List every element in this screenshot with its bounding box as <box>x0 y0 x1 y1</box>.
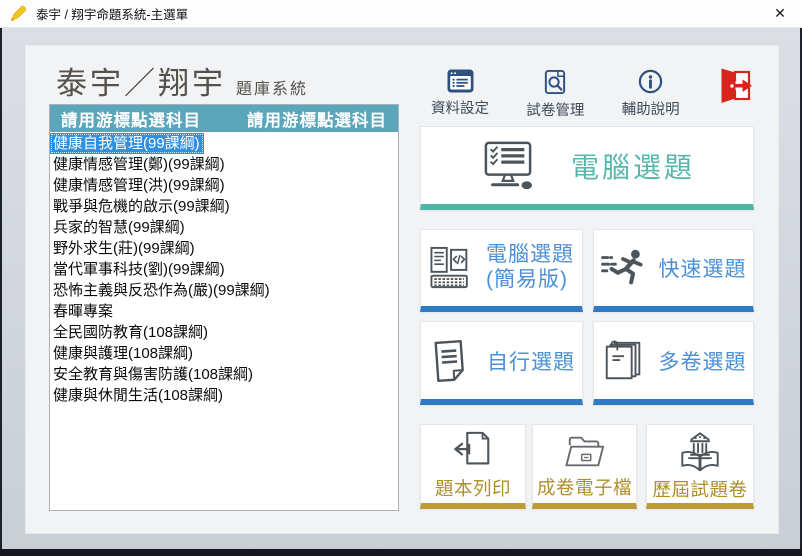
window-frame-left <box>0 28 2 556</box>
brand-subtitle: 題庫系統 <box>236 75 308 99</box>
runner-icon <box>601 248 647 288</box>
list-item[interactable]: 健康自我管理(99課綱) <box>50 133 204 154</box>
card-computer-select-simple[interactable]: 電腦選題(簡易版) <box>420 229 583 312</box>
header-label-right: 請用游標點選科目 <box>247 107 387 131</box>
list-item[interactable]: 健康情感管理(鄭)(99課綱) <box>50 154 229 175</box>
menu-cards: 電腦選題 電腦選題(簡易版) <box>420 126 754 554</box>
list-item[interactable]: 健康與護理(108課綱) <box>50 343 197 364</box>
list-item[interactable]: 戰爭與危機的啟示(99課綱) <box>50 196 234 217</box>
titlebar: 泰宇 / 翔宇命題系統-主選單 ✕ <box>0 0 802 28</box>
bank-book-icon <box>677 429 723 473</box>
list-item[interactable]: 兵家的智慧(99課綱) <box>50 217 189 238</box>
toolbar-item-data-settings[interactable]: 資料設定 <box>431 69 489 118</box>
card-exam-file[interactable]: 成卷電子檔 <box>532 424 637 509</box>
card-label: 電腦選題 <box>571 146 695 186</box>
card-label: 多卷選題 <box>659 346 747 376</box>
subject-list-items: 健康自我管理(99課綱) 健康情感管理(鄭)(99課綱) 健康情感管理(洪)(9… <box>50 132 398 510</box>
exam-management-icon <box>543 69 567 95</box>
list-item[interactable]: 恐怖主義與反恐作為(嚴)(99課綱) <box>50 280 274 301</box>
card-quick-select[interactable]: 快速選題 <box>593 229 754 312</box>
card-label: 自行選題 <box>487 346 575 376</box>
page-export-icon <box>450 430 496 472</box>
computer-monitor-icon <box>479 141 537 191</box>
open-folder-icon <box>561 431 609 471</box>
card-label: 電腦選題(簡易版) <box>486 243 574 293</box>
exit-door-icon <box>717 67 754 105</box>
list-item[interactable]: 春暉專案 <box>50 301 117 322</box>
help-info-icon <box>638 69 663 94</box>
card-self-select[interactable]: 自行選題 <box>420 321 583 405</box>
card-label: 歷屆試題卷 <box>652 476 747 502</box>
list-item[interactable]: 健康情感管理(洪)(99課綱) <box>50 175 229 196</box>
toolbar-item-help[interactable]: 輔助說明 <box>622 69 680 119</box>
card-label: 快速選題 <box>659 253 747 283</box>
card-label: 成卷電子檔 <box>537 474 632 500</box>
main-panel: 泰宇／翔宇 題庫系統 資料設定 <box>25 45 779 534</box>
card-past-exams[interactable]: 歷屆試題卷 <box>646 424 754 509</box>
list-item[interactable]: 野外求生(莊)(99課綱) <box>50 238 199 259</box>
list-item[interactable]: 全民國防教育(108課綱) <box>50 322 212 343</box>
toolbar: 資料設定 試卷管理 輔助說明 <box>431 69 754 120</box>
exit-button[interactable] <box>717 67 754 105</box>
subject-list-header: 請用游標點選科目 請用游標點選科目 <box>50 105 398 132</box>
stacked-pages-icon <box>601 338 647 384</box>
brand-title: 泰宇／翔宇 題庫系統 <box>56 58 308 103</box>
data-settings-icon <box>447 69 474 93</box>
window-title: 泰宇 / 翔宇命題系統-主選單 <box>36 4 188 23</box>
card-computer-select[interactable]: 電腦選題 <box>420 126 754 210</box>
list-item[interactable]: 當代軍事科技(劉)(99課綱) <box>50 259 229 280</box>
card-label: 題本列印 <box>435 475 511 501</box>
document-lines-icon <box>428 338 472 384</box>
list-item[interactable]: 安全教育與傷害防護(108課綱) <box>50 364 257 385</box>
list-item[interactable]: 健康與休閒生活(108課綱) <box>50 385 227 406</box>
pen-app-icon <box>9 5 27 23</box>
close-icon[interactable]: ✕ <box>764 2 796 26</box>
subject-list: 請用游標點選科目 請用游標點選科目 健康自我管理(99課綱) 健康情感管理(鄭)… <box>49 104 399 511</box>
documents-keyboard-icon <box>429 246 475 290</box>
header-label-left: 請用游標點選科目 <box>61 107 201 131</box>
toolbar-label: 試卷管理 <box>526 99 584 120</box>
card-multi-select[interactable]: 多卷選題 <box>593 321 754 405</box>
toolbar-item-exam-management[interactable]: 試卷管理 <box>526 69 584 120</box>
toolbar-label: 資料設定 <box>431 97 489 118</box>
card-print-booklet[interactable]: 題本列印 <box>420 424 526 509</box>
brand-name: 泰宇／翔宇 <box>56 58 226 103</box>
toolbar-label: 輔助說明 <box>622 98 680 119</box>
